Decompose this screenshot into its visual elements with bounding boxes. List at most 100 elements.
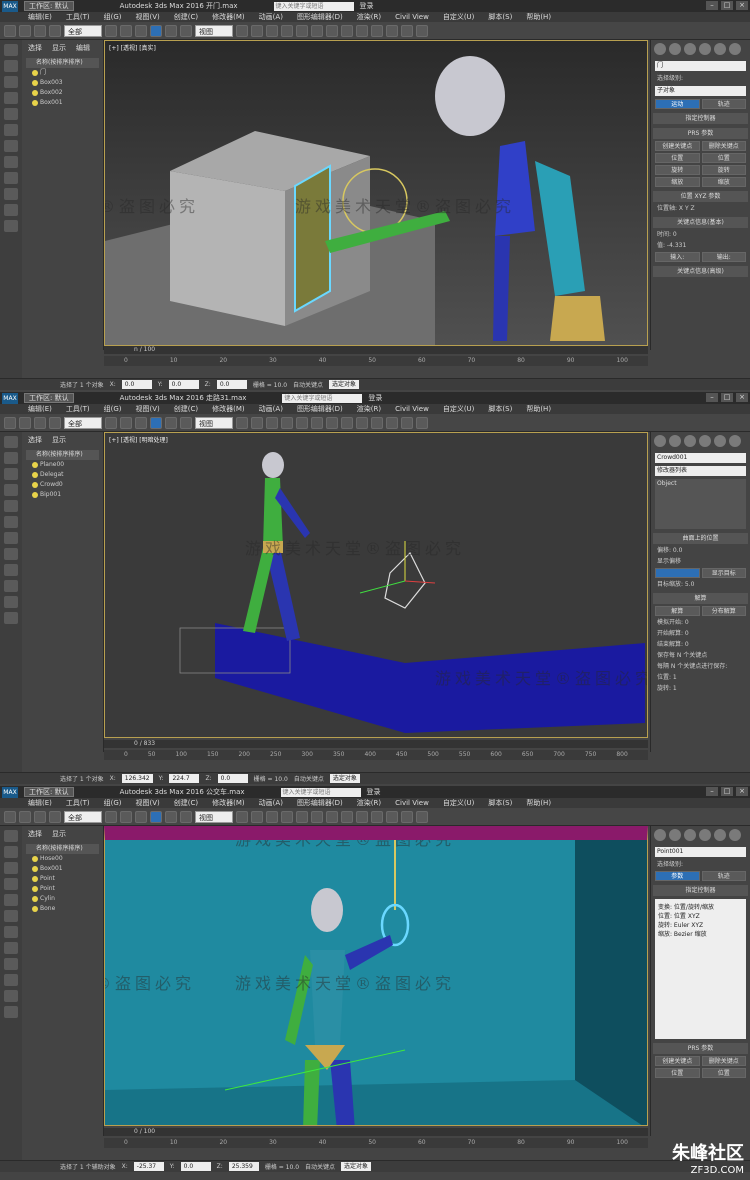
cylinder-icon[interactable] bbox=[4, 564, 18, 576]
max-logo-icon[interactable]: MAX bbox=[2, 392, 18, 404]
bulb-icon[interactable] bbox=[32, 462, 38, 468]
maximize-icon[interactable]: □ bbox=[721, 393, 733, 402]
link-icon[interactable] bbox=[34, 24, 46, 37]
percent-snap-icon[interactable] bbox=[281, 24, 293, 37]
create-tab-icon[interactable] bbox=[654, 43, 666, 55]
render-frame-icon[interactable] bbox=[401, 416, 413, 429]
create-icon[interactable] bbox=[4, 436, 18, 448]
search-input[interactable]: 键入关键字或短语 bbox=[273, 1, 354, 11]
menu-graph-editors[interactable]: 图形编辑器(D) bbox=[297, 404, 343, 414]
menu-edit[interactable]: 编辑(E) bbox=[28, 404, 52, 414]
cone-icon[interactable] bbox=[4, 596, 18, 608]
reference-coord-dropdown[interactable]: 视图 bbox=[195, 810, 233, 823]
bulb-icon[interactable] bbox=[32, 482, 38, 488]
maximize-icon[interactable]: □ bbox=[721, 787, 733, 796]
prs-params-rollout[interactable]: PRS 参数 bbox=[653, 128, 748, 139]
menu-scripting[interactable]: 脚本(S) bbox=[488, 12, 512, 22]
mirror-icon[interactable] bbox=[296, 810, 308, 823]
scene-column-header[interactable]: 名称(按排序排序) bbox=[26, 844, 99, 854]
coord-z-field[interactable]: 0.0 bbox=[216, 380, 247, 389]
selection-filter-dropdown[interactable]: 全部 bbox=[64, 24, 102, 37]
autokey-button[interactable]: 自动关键点 bbox=[294, 774, 324, 783]
workspace-selector[interactable]: 工作区: 默认 bbox=[24, 787, 74, 797]
percent-snap-icon[interactable] bbox=[281, 416, 293, 429]
key-info-basic-rollout[interactable]: 关键点信息(基本) bbox=[653, 217, 748, 228]
sphere-icon[interactable] bbox=[4, 548, 18, 560]
autokey-button[interactable]: 自动关键点 bbox=[293, 380, 323, 389]
menu-group[interactable]: 组(G) bbox=[104, 798, 122, 808]
display-tab-icon[interactable] bbox=[714, 43, 726, 55]
search-input[interactable]: 键入关键字或短语 bbox=[280, 787, 361, 797]
minimize-icon[interactable]: – bbox=[706, 787, 718, 796]
pivot-icon[interactable] bbox=[236, 810, 248, 823]
cylinder-icon[interactable] bbox=[4, 172, 18, 184]
create-rotation-button[interactable]: 旋转 bbox=[655, 165, 700, 175]
scene-item[interactable]: Point bbox=[32, 874, 103, 884]
menu-group[interactable]: 组(G) bbox=[104, 12, 122, 22]
mirror-icon[interactable] bbox=[296, 24, 308, 37]
create-icon[interactable] bbox=[4, 830, 18, 842]
menu-civil-view[interactable]: Civil View bbox=[395, 13, 429, 21]
scene-item[interactable]: Delegat bbox=[32, 470, 103, 480]
curve-editor-icon[interactable] bbox=[341, 24, 353, 37]
render-icon[interactable] bbox=[416, 810, 428, 823]
scene-item[interactable]: Plane00 bbox=[32, 460, 103, 470]
bulb-icon[interactable] bbox=[32, 90, 38, 96]
unlink-icon[interactable] bbox=[49, 810, 61, 823]
menu-scripting[interactable]: 脚本(S) bbox=[488, 798, 512, 808]
move-icon[interactable] bbox=[150, 810, 162, 823]
menu-create[interactable]: 创建(C) bbox=[174, 798, 198, 808]
bulb-icon[interactable] bbox=[32, 100, 38, 106]
coord-z-field[interactable]: 0.0 bbox=[217, 774, 248, 783]
close-icon[interactable]: × bbox=[736, 787, 748, 796]
end-solve-field[interactable]: 结束解算: 0 bbox=[657, 640, 744, 649]
render-icon[interactable] bbox=[416, 24, 428, 37]
bulb-icon[interactable] bbox=[32, 866, 38, 872]
rotate-icon[interactable] bbox=[165, 24, 177, 37]
scene-item[interactable]: Box001 bbox=[32, 98, 103, 108]
assign-controller-rollout[interactable]: 指定控制器 bbox=[653, 113, 748, 124]
controller-item[interactable]: 旋转: Euler XYZ bbox=[658, 920, 743, 929]
link-icon[interactable] bbox=[34, 810, 46, 823]
controller-item[interactable]: 缩放: Bezier 缩放 bbox=[658, 929, 743, 938]
viewport-perspective[interactable]: [+] [透视] [明暗处理] 游戏美术天堂®盗图必究 游戏美术天堂®盗图必究 bbox=[104, 432, 648, 738]
create-icon[interactable] bbox=[4, 44, 18, 56]
scene-item[interactable]: Box001 bbox=[32, 864, 103, 874]
time-slider[interactable]: n / 100 bbox=[104, 346, 648, 354]
modifier-list-dropdown[interactable]: 修改器列表 bbox=[655, 466, 746, 476]
create-position-button[interactable]: 位置 bbox=[655, 1068, 700, 1078]
bulb-icon[interactable] bbox=[32, 472, 38, 478]
render-frame-icon[interactable] bbox=[401, 24, 413, 37]
select-by-name-icon[interactable] bbox=[120, 810, 132, 823]
hierarchy-icon[interactable] bbox=[4, 76, 18, 88]
selection-set-dropdown[interactable]: 选定对象 bbox=[329, 380, 360, 389]
track-bar[interactable]: 0 50 100 150 200 250 300 350 400 450 500 550 600 650 7… bbox=[104, 750, 648, 760]
menu-rendering[interactable]: 渲染(R) bbox=[357, 798, 381, 808]
reference-coord-dropdown[interactable]: 视图 bbox=[195, 416, 233, 429]
menu-animation[interactable]: 动画(A) bbox=[259, 12, 283, 22]
tab-display[interactable]: 显示 bbox=[52, 435, 66, 444]
object-name-field[interactable]: Point001 bbox=[655, 847, 746, 857]
create-tab-icon[interactable] bbox=[654, 435, 666, 447]
viewport-label[interactable]: [+] [透视] [真实] bbox=[109, 43, 156, 52]
rect-select-icon[interactable] bbox=[135, 24, 147, 37]
pivot-icon[interactable] bbox=[236, 416, 248, 429]
viewport-perspective[interactable]: [+] [透视] [真实] 游戏美术天堂®盗图必究 ®盗图必究 bbox=[104, 40, 648, 346]
layer-icon[interactable] bbox=[326, 416, 338, 429]
sphere-icon[interactable] bbox=[4, 942, 18, 954]
tab-select[interactable]: 选择 bbox=[28, 43, 42, 52]
offset-field[interactable]: 偏移: 0.0 bbox=[657, 546, 744, 555]
display-icon[interactable] bbox=[4, 500, 18, 512]
select-icon[interactable] bbox=[105, 24, 117, 37]
position-xyz-rollout[interactable]: 位置 XYZ 参数 bbox=[653, 191, 748, 202]
coord-x-field[interactable]: -25.37 bbox=[133, 1162, 164, 1171]
coord-x-field[interactable]: 126.342 bbox=[121, 774, 153, 783]
undo-icon[interactable] bbox=[4, 24, 16, 37]
scene-item[interactable]: Cylin bbox=[32, 894, 103, 904]
viewport-perspective[interactable]: [+] [透视] [明暗处理] 游戏美术天堂®盗图必究 游戏美术天堂®盗图必究 … bbox=[104, 826, 648, 1126]
selection-set-dropdown[interactable]: 选定对象 bbox=[341, 1162, 372, 1171]
delete-scale-button[interactable]: 缩放 bbox=[701, 177, 746, 187]
utilities-tab-icon[interactable] bbox=[729, 829, 741, 841]
angle-snap-icon[interactable] bbox=[266, 810, 278, 823]
menu-views[interactable]: 视图(V) bbox=[136, 404, 160, 414]
